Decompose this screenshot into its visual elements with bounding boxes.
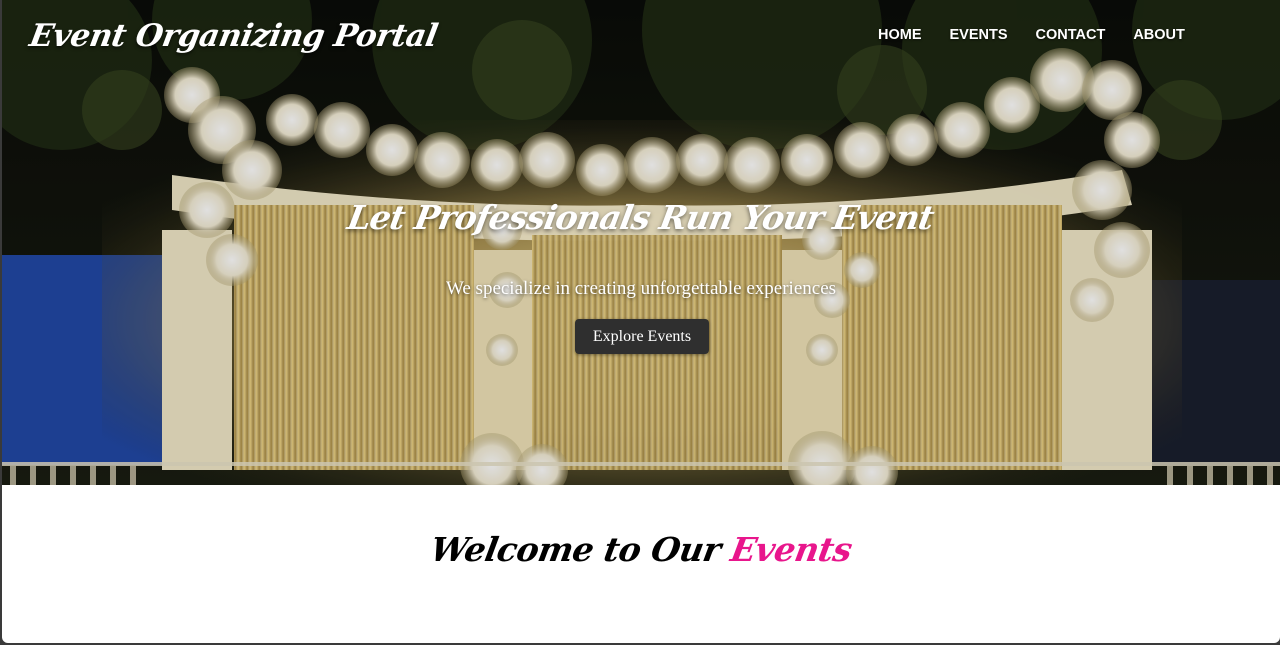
nav-link-home[interactable]: HOME bbox=[864, 26, 936, 44]
hero-title-text: Let Professionals Run Your Event bbox=[345, 198, 937, 237]
hero-section: Event Organizing Portal HOME EVENTS CONT… bbox=[2, 0, 1280, 485]
explore-events-button[interactable]: Explore Events bbox=[575, 319, 709, 354]
welcome-heading: Welcome to Our Events bbox=[2, 530, 1280, 569]
nav-link-contact[interactable]: CONTACT bbox=[1022, 26, 1120, 44]
hero-subtitle: We specialize in creating unforgettable … bbox=[445, 278, 837, 299]
welcome-highlight: Events bbox=[727, 530, 855, 569]
main-nav: HOME EVENTS CONTACT ABOUT bbox=[864, 26, 1199, 44]
hero-background-image bbox=[2, 0, 1280, 485]
hero-title: Let Professionals Run Your Event bbox=[2, 198, 1280, 237]
welcome-prefix: Welcome to Our bbox=[427, 530, 724, 569]
page: Event Organizing Portal HOME EVENTS CONT… bbox=[2, 0, 1280, 643]
site-logo[interactable]: Event Organizing Portal bbox=[27, 18, 440, 54]
nav-link-events[interactable]: EVENTS bbox=[936, 26, 1022, 44]
nav-link-about[interactable]: ABOUT bbox=[1119, 26, 1199, 44]
